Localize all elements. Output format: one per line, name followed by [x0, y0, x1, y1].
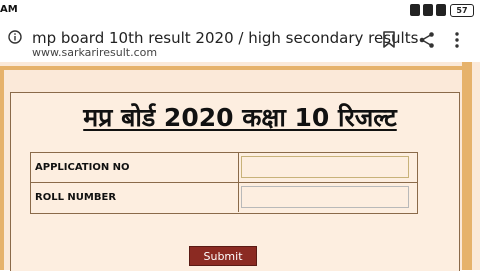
wifi-icon [410, 4, 420, 16]
signal-icon [423, 4, 433, 16]
status-time: AM [0, 4, 18, 15]
page-frame-left [0, 68, 4, 270]
status-bar: AM 57 [0, 0, 480, 22]
bookmark-icon[interactable] [382, 31, 396, 49]
form-row-roll-number: ROLL NUMBER [31, 183, 417, 212]
login-form-table: APPLICATION NO ROLL NUMBER [30, 152, 418, 214]
more-options-icon[interactable] [454, 31, 460, 49]
browser-title-bar: mp board 10th result 2020 / high seconda… [0, 22, 480, 62]
page-frame-top [0, 66, 472, 70]
page-url[interactable]: www.sarkariresult.com [32, 46, 157, 59]
network-icon [436, 4, 446, 16]
page-heading: मप्र बोर्ड 2020 कक्षा 10 रिजल्ट [83, 103, 397, 132]
status-icons [410, 4, 446, 16]
share-icon[interactable] [418, 31, 436, 49]
info-icon[interactable] [8, 30, 22, 44]
form-row-application-no: APPLICATION NO [31, 153, 417, 183]
roll-number-label: ROLL NUMBER [31, 183, 239, 212]
submit-button[interactable]: Submit [189, 246, 257, 266]
page-title[interactable]: mp board 10th result 2020 / high seconda… [32, 29, 418, 47]
application-no-label: APPLICATION NO [31, 153, 239, 182]
roll-number-input[interactable] [241, 186, 409, 208]
battery-indicator: 57 [450, 4, 474, 17]
application-no-input[interactable] [241, 156, 409, 178]
page-frame-right [462, 62, 472, 270]
